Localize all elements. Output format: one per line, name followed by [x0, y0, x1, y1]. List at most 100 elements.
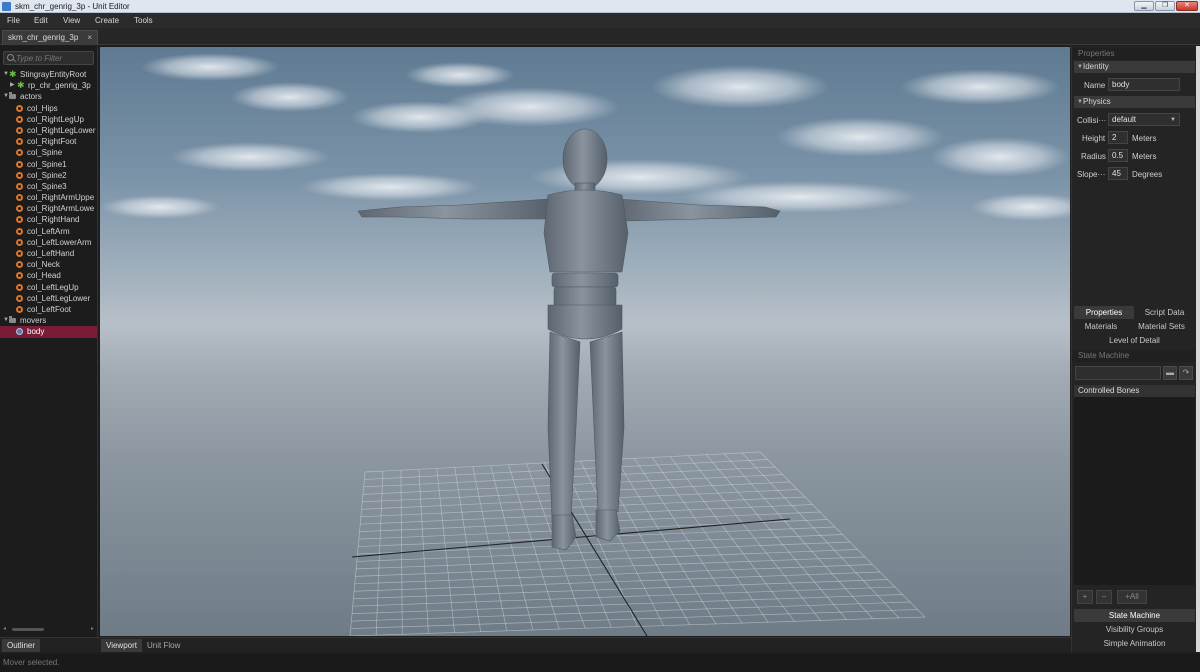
actor-icon	[16, 283, 23, 291]
tab-simple-animation[interactable]: Simple Animation	[1074, 637, 1195, 650]
tab-state-machine[interactable]: State Machine	[1074, 609, 1195, 622]
tree-item[interactable]: col_LeftLegUp	[0, 282, 97, 293]
tree-item[interactable]: col_LeftLegLower	[0, 293, 97, 304]
tree-item-label: col_LeftLowerArm	[27, 237, 92, 247]
tree-item[interactable]: ▶ ✱ rp_chr_genrig_3p	[0, 80, 97, 91]
document-tab[interactable]: skm_chr_genrig_3p ×	[2, 30, 98, 45]
tree-item[interactable]: body	[0, 326, 97, 338]
tree-item[interactable]: col_RightLegUp	[0, 114, 97, 125]
tree-item[interactable]: col_Head	[0, 270, 97, 281]
slope-field[interactable]: 45	[1108, 167, 1128, 180]
scroll-left-icon[interactable]: ◂	[3, 625, 6, 632]
tab-materials[interactable]: Materials	[1074, 320, 1128, 333]
minimize-button[interactable]: ▁	[1134, 1, 1154, 11]
tab-unit-flow[interactable]: Unit Flow	[142, 639, 185, 652]
tree-item[interactable]: col_RightArmUppe	[0, 192, 97, 203]
folder-icon	[9, 92, 16, 100]
menu-file[interactable]: File	[7, 15, 20, 26]
tab-material-sets[interactable]: Material Sets	[1128, 320, 1195, 333]
window-title: skm_chr_genrig_3p - Unit Editor	[15, 2, 130, 11]
tree-item-label: col_Spine	[27, 148, 63, 158]
tree-item[interactable]: col_LeftLowerArm	[0, 237, 97, 248]
folder-icon	[9, 316, 16, 324]
actor-icon	[16, 205, 23, 213]
scroll-right-icon[interactable]: ▸	[91, 625, 94, 632]
tree-item-label: col_RightArmUppe	[27, 193, 95, 203]
collision-select[interactable]: default ▼	[1108, 113, 1180, 126]
collapse-arrow-icon[interactable]: ▶	[10, 80, 15, 91]
app-icon	[2, 2, 11, 11]
tree-item[interactable]: col_Spine	[0, 147, 97, 158]
tree-item[interactable]: col_Neck	[0, 259, 97, 270]
root-icon: ✱	[17, 80, 25, 91]
actor-icon	[16, 126, 23, 134]
tree-folder[interactable]: ▼ movers	[0, 315, 97, 326]
actor-icon	[16, 261, 23, 269]
tree-item-label: col_Spine1	[27, 159, 67, 169]
ground-grid	[349, 451, 926, 636]
tree-item[interactable]: col_Spine3	[0, 181, 97, 192]
scrollbar-thumb[interactable]	[12, 628, 44, 631]
remove-bone-button[interactable]: −	[1096, 590, 1112, 604]
grid-line	[651, 457, 769, 623]
name-field[interactable]: body	[1108, 78, 1180, 91]
grid-line	[723, 453, 873, 619]
tree-item[interactable]: col_RightHand	[0, 214, 97, 225]
tree-item[interactable]: col_Spine2	[0, 170, 97, 181]
state-machine-resource-field[interactable]	[1075, 366, 1161, 380]
controlled-bones-list[interactable]: Controlled Bones	[1074, 385, 1195, 585]
identity-section-header[interactable]: ▼ Identity	[1074, 61, 1195, 73]
menu-view[interactable]: View	[63, 15, 80, 26]
tree-item-label: col_LeftArm	[27, 226, 70, 236]
close-window-button[interactable]: ✕	[1176, 1, 1198, 11]
actor-icon	[16, 138, 23, 146]
radius-field[interactable]: 0.5	[1108, 149, 1128, 162]
menu-edit[interactable]: Edit	[34, 15, 48, 26]
tab-script-data[interactable]: Script Data	[1134, 306, 1195, 319]
mover-icon	[16, 328, 23, 336]
actor-icon	[16, 294, 23, 302]
tree-item[interactable]: col_LeftHand	[0, 248, 97, 259]
tab-outliner[interactable]: Outliner	[2, 639, 41, 652]
height-field[interactable]: 2	[1108, 131, 1128, 144]
tree-item-label: col_LeftLegLower	[27, 293, 91, 303]
tree-item[interactable]: col_RightArmLowe	[0, 203, 97, 214]
tree-item[interactable]: col_Hips	[0, 103, 97, 114]
document-tab-label: skm_chr_genrig_3p	[8, 33, 79, 42]
tree-item[interactable]: col_RightFoot	[0, 136, 97, 147]
height-label: Height	[1082, 134, 1106, 143]
tab-visibility-groups[interactable]: Visibility Groups	[1074, 623, 1195, 636]
tree-folder[interactable]: ▼ actors	[0, 91, 97, 102]
status-bar: Mover selected.	[0, 654, 1200, 672]
tree-item[interactable]: ▼ ✱ StingrayEntityRoot	[0, 69, 97, 80]
bottom-tab-bar: Outliner Viewport Unit Flow	[0, 637, 1200, 652]
add-bone-button[interactable]: +	[1077, 590, 1093, 604]
menu-tools[interactable]: Tools	[134, 15, 153, 26]
tree-item[interactable]: col_Spine1	[0, 159, 97, 170]
outliner-horizontal-scrollbar[interactable]: ◂ ▸	[3, 625, 94, 632]
goto-arrow-icon[interactable]: ↷	[1179, 366, 1193, 380]
tab-properties[interactable]: Properties	[1074, 306, 1134, 319]
tab-close-icon[interactable]: ×	[87, 31, 92, 44]
filter-box[interactable]	[3, 51, 94, 65]
menu-create[interactable]: Create	[95, 15, 119, 26]
grid-line	[351, 601, 911, 622]
tab-level-of-detail[interactable]: Level of Detail	[1074, 334, 1195, 347]
add-all-bones-button[interactable]: +All	[1117, 590, 1147, 604]
search-icon	[7, 54, 14, 61]
tree-item[interactable]: col_RightLegLower	[0, 125, 97, 136]
maximize-button[interactable]: ❐	[1155, 1, 1175, 11]
filter-input[interactable]	[16, 52, 92, 64]
grid-line	[705, 454, 847, 620]
actor-icon	[16, 272, 23, 280]
tab-viewport[interactable]: Viewport	[101, 639, 142, 652]
outliner-tree: ▼ ✱ StingrayEntityRoot ▶ ✱ rp_chr_genrig_3p ▼ a…	[0, 69, 97, 338]
actor-icon	[16, 305, 23, 313]
tree-item[interactable]: col_LeftArm	[0, 226, 97, 237]
physics-section-header[interactable]: ▼ Physics	[1074, 96, 1195, 108]
browse-folder-icon[interactable]: ▬	[1163, 366, 1177, 380]
tree-item[interactable]: col_LeftFoot	[0, 304, 97, 315]
3d-viewport[interactable]	[100, 47, 1070, 636]
height-unit: Meters	[1132, 134, 1157, 143]
tree-item-label: col_Spine2	[27, 170, 67, 180]
